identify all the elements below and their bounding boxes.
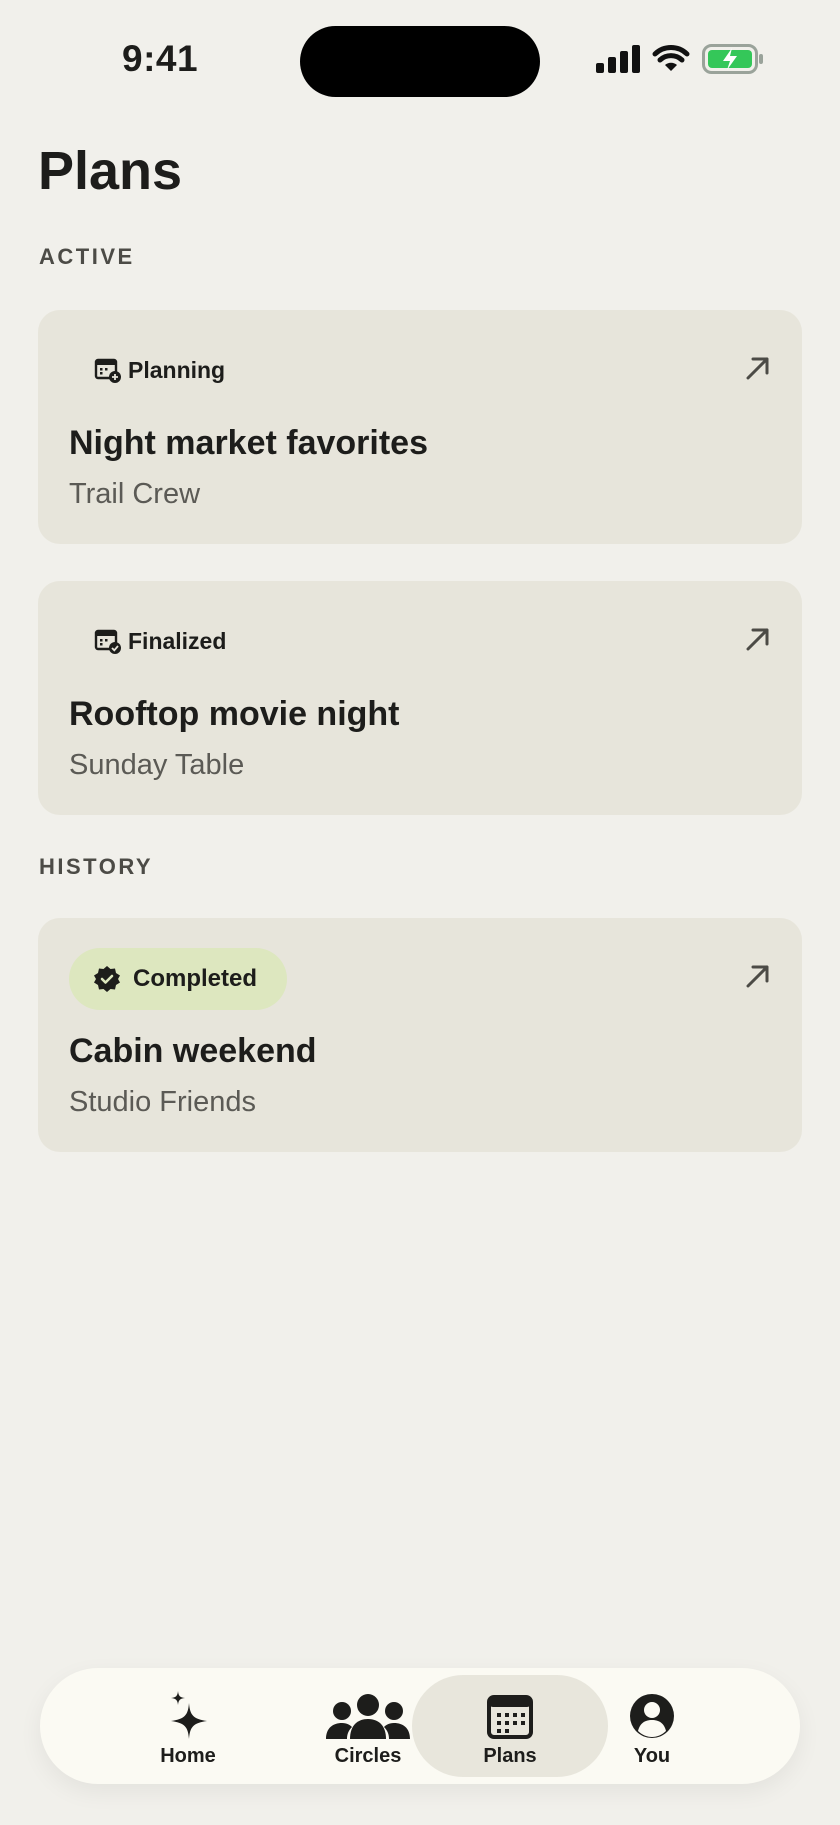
completed-badge: Completed [69,948,288,1010]
page-title: Plans [38,141,183,201]
battery-icon [702,44,763,74]
signal-icon [596,45,640,73]
status-time: 9:41 [122,38,199,79]
plan-status: Planning [94,356,225,384]
dynamic-island [300,26,540,97]
open-arrow-icon[interactable] [744,625,772,653]
status-icons [596,44,764,74]
plan-card[interactable]: Completed Cabin weekend Studio Friends [38,918,802,1152]
open-arrow-icon[interactable] [744,962,772,990]
calendar-plus-icon [94,358,121,383]
plan-status-label: Completed [133,965,258,992]
tab-you[interactable]: You [554,1675,750,1777]
plan-status: Finalized [94,627,226,655]
plan-title: Cabin weekend [69,1032,317,1070]
tab-home[interactable]: Home [90,1675,286,1777]
tab-label: Circles [334,1745,402,1767]
plan-circle: Trail Crew [69,478,201,510]
section-label-history: HISTORY [39,854,154,879]
people-group-icon [326,1694,410,1739]
person-circle-icon [630,1694,674,1738]
plan-title: Rooftop movie night [69,695,400,733]
sparkle-icon [171,1691,207,1739]
plan-status-label: Planning [128,356,226,383]
tab-label: Plans [483,1745,537,1767]
open-arrow-icon[interactable] [744,354,772,382]
verified-badge-icon [94,966,120,992]
plan-title: Night market favorites [69,424,428,462]
tab-label: You [633,1745,671,1767]
wifi-icon [652,45,690,71]
section-label-active: ACTIVE [39,244,135,269]
plan-card[interactable]: Finalized Rooftop movie night Sunday Tab… [38,581,802,815]
plan-card[interactable]: Planning Night market favorites Trail Cr… [38,310,802,544]
calendar-icon [487,1695,533,1739]
tab-bar: Home Circles Plans You [40,1668,800,1784]
tab-label: Home [160,1745,216,1767]
plan-circle: Sunday Table [69,749,245,781]
plan-circle: Studio Friends [69,1086,256,1118]
calendar-check-icon [94,629,121,654]
plan-status-label: Finalized [128,627,227,654]
